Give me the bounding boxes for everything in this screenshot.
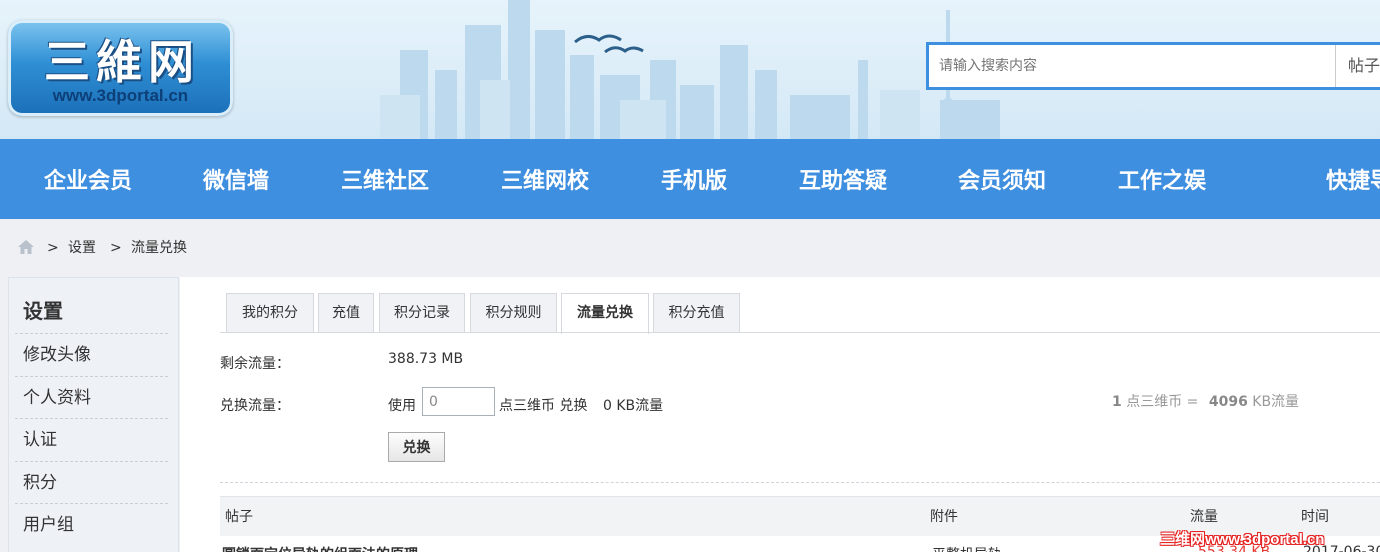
remaining-traffic-value: 388.73 MB [388,351,464,367]
breadcrumb-item-current: 流量兑换 [131,240,187,256]
tab-recharge[interactable]: 充值 [318,293,374,333]
exchange-rate: 1 点三维币 = 4096 KB流量 [1112,391,1299,411]
nav-item-member-notice[interactable]: 会员须知 [958,139,1046,219]
rate-kb-text: KB流量 [1252,394,1300,410]
sidebar-title: 设置 [23,299,63,323]
exchange-result-value: 0 KB流量 [603,398,664,414]
row-attachment[interactable]: 平整机导轨 [932,544,1002,552]
exchange-traffic-label: 兑换流量： [220,398,290,414]
sidebar-item-avatar[interactable]: 修改头像 [15,333,168,375]
nav-item-entertainment[interactable]: 工作之娱 [1118,139,1206,219]
search-box: 帖子 [926,42,1380,90]
tab-credit-topup[interactable]: 积分充值 [653,293,740,333]
nav-item-mobile[interactable]: 手机版 [661,139,727,219]
sidebar-item-usergroup[interactable]: 用户组 [15,503,168,545]
site-header: 三維网 www.3dportal.cn 帖子 [0,0,1380,139]
rate-coin: 1 [1112,394,1122,410]
search-input[interactable] [929,45,1334,87]
tab-credit-rules[interactable]: 积分规则 [470,293,557,333]
nav-item-wechat-wall[interactable]: 微信墙 [203,139,269,219]
logo-url: www.3dportal.cn [52,86,189,105]
tab-my-credits[interactable]: 我的积分 [226,293,314,333]
nav-item-qa[interactable]: 互助答疑 [799,139,887,219]
breadcrumb-item-settings[interactable]: 设置 [68,238,96,258]
breadcrumb-separator: > [47,240,59,256]
tab-underline [220,332,1380,333]
exchange-button[interactable]: 兑换 [388,432,445,462]
section-divider [220,482,1380,483]
city-skyline-illustration [380,0,1000,139]
site-logo[interactable]: 三維网 www.3dportal.cn [8,20,233,116]
nav-item-community[interactable]: 三维社区 [341,139,429,219]
main-nav: 企业会员 微信墙 三维社区 三维网校 手机版 互助答疑 会员须知 工作之娱 快捷… [0,139,1380,219]
search-type-select[interactable]: 帖子 [1335,45,1380,87]
remaining-traffic-label: 剩余流量： [220,356,290,372]
nav-item-school[interactable]: 三维网校 [501,139,589,219]
use-text: 使用 [388,398,416,414]
tab-traffic-exchange[interactable]: 流量兑换 [561,293,649,334]
sidebar-item-credits[interactable]: 积分 [15,461,168,503]
coin-unit-text: 点三维币 兑换 [499,398,588,414]
row-post-title[interactable]: 圆锁面定位导轨的组面法的原理 [222,544,418,552]
main-content: 我的积分 充值 积分记录 积分规则 流量兑换 积分充值 剩余流量： 388.73… [180,277,1380,552]
breadcrumb-separator: > [110,240,122,256]
nav-item-enterprise[interactable]: 企业会员 [44,139,132,219]
sidebar-item-profile[interactable]: 个人资料 [15,376,168,418]
home-icon[interactable] [17,238,35,256]
rate-kb: 4096 [1208,394,1248,410]
sidebar-item-verify[interactable]: 认证 [15,418,168,460]
logo-title: 三維网 [44,35,200,89]
column-header-attachment: 附件 [930,509,958,525]
rate-coin-text: 点三维币 = [1126,394,1199,410]
nav-item-quick[interactable]: 快捷导 [1326,139,1380,219]
column-header-post: 帖子 [225,509,253,525]
tab-credit-log[interactable]: 积分记录 [379,293,465,333]
coin-quantity-input[interactable] [422,387,495,416]
breadcrumb [0,219,1380,276]
site-watermark: 三维网www.3dportal.cn [1160,531,1325,548]
settings-sidebar: 设置 修改头像 个人资料 认证 积分 用户组 [8,277,179,552]
